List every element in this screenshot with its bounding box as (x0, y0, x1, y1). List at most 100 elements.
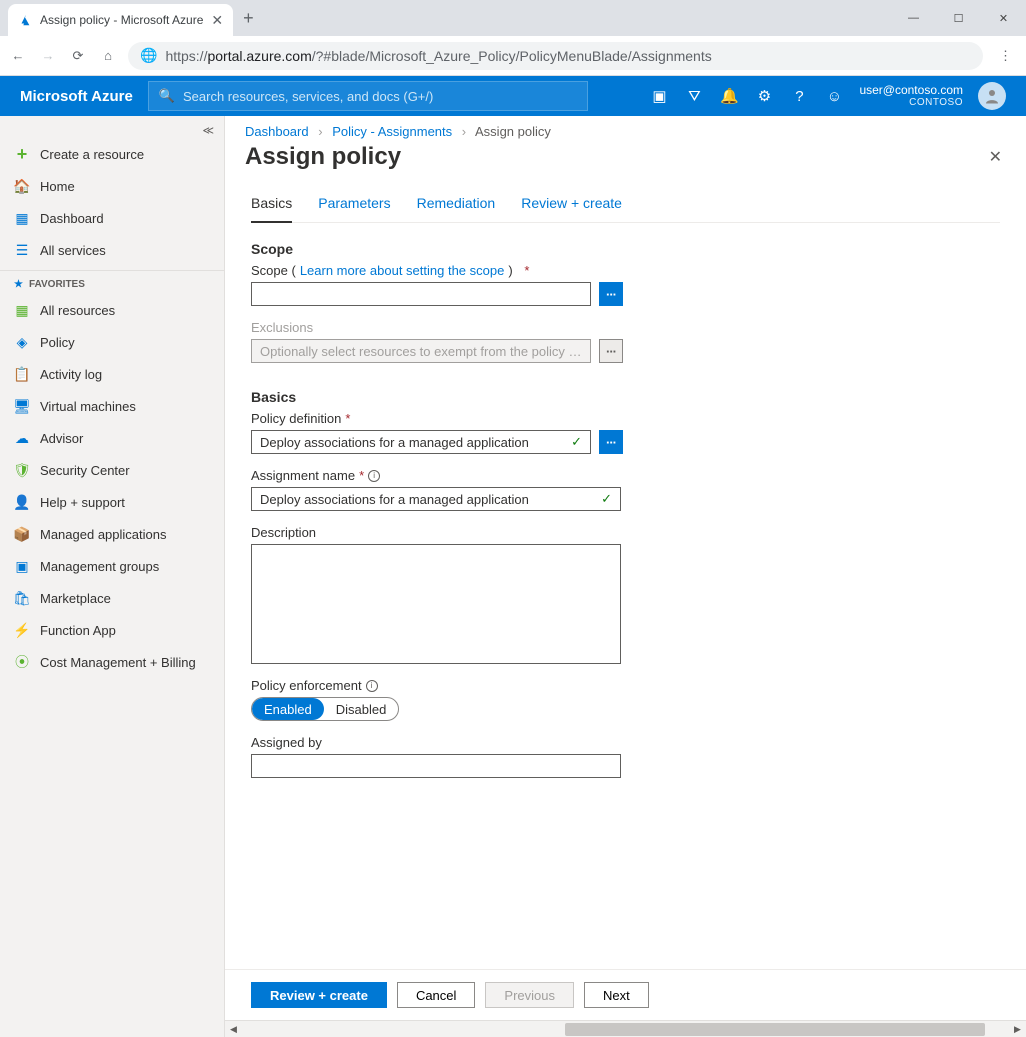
exclusions-heading: Exclusions (251, 320, 1000, 335)
cloud-shell-icon[interactable]: ▣ (649, 87, 669, 105)
sidebar-item-dashboard[interactable]: ▦ Dashboard (0, 202, 224, 234)
scroll-thumb[interactable] (565, 1023, 985, 1036)
back-button[interactable]: ← (8, 48, 28, 63)
toggle-enabled[interactable]: Enabled (252, 698, 324, 720)
sidebar-item-policy[interactable]: ◈Policy (0, 326, 224, 358)
toggle-disabled[interactable]: Disabled (324, 698, 399, 720)
sidebar-item-activity-log[interactable]: 📋Activity log (0, 358, 224, 390)
sidebar-item-label: All services (40, 243, 106, 258)
sidebar-item-label: Virtual machines (40, 399, 136, 414)
tenant-name: CONTOSO (859, 97, 963, 109)
user-menu[interactable]: user@contoso.com CONTOSO (859, 83, 963, 109)
marketplace-icon: 🛍 (14, 590, 30, 606)
groups-icon: ▣ (14, 558, 30, 574)
assigned-by-input[interactable] (251, 754, 621, 778)
assignment-name-input[interactable]: Deploy associations for a managed applic… (251, 487, 621, 511)
previous-button: Previous (485, 982, 574, 1008)
sidebar-item-cost-management[interactable]: ⦿Cost Management + Billing (0, 646, 224, 678)
search-input[interactable] (183, 89, 577, 104)
home-icon: 🏠 (14, 178, 30, 194)
support-icon: 👤 (14, 494, 30, 510)
sidebar-item-management-groups[interactable]: ▣ Management groups (0, 550, 224, 582)
close-tab-icon[interactable]: ✕ (211, 12, 223, 29)
sidebar-item-virtual-machines[interactable]: 🖥Virtual machines (0, 390, 224, 422)
sidebar-item-help-support[interactable]: 👤 Help + support (0, 486, 224, 518)
feedback-icon[interactable]: ☺ (824, 88, 844, 105)
list-icon: ☰ (14, 242, 30, 258)
info-icon[interactable]: i (368, 470, 380, 482)
tab-review-create[interactable]: Review + create (521, 189, 622, 222)
breadcrumb-current: Assign policy (475, 124, 551, 139)
close-blade-button[interactable]: ✕ (989, 147, 1002, 167)
policy-enforcement-label: Policy enforcement i (251, 678, 1000, 693)
cancel-button[interactable]: Cancel (397, 982, 475, 1008)
tab-basics[interactable]: Basics (251, 189, 292, 223)
avatar[interactable] (978, 82, 1006, 110)
scope-input[interactable] (251, 282, 591, 306)
sidebar-item-home[interactable]: 🏠 Home (0, 170, 224, 202)
sidebar-item-label: Management groups (40, 559, 159, 574)
notifications-icon[interactable]: 🔔 (719, 87, 739, 105)
sidebar-item-label: Create a resource (40, 147, 144, 162)
breadcrumb-policy-assignments[interactable]: Policy - Assignments (332, 124, 452, 139)
sidebar-item-label: Marketplace (40, 591, 111, 606)
page-title: Assign policy (245, 143, 401, 171)
global-search[interactable]: 🔍 (148, 81, 588, 111)
horizontal-scrollbar[interactable]: ◀ ▶ (225, 1020, 1026, 1037)
url-path: /?#blade/Microsoft_Azure_Policy/PolicyMe… (312, 48, 712, 64)
grid-icon: ▦ (14, 302, 30, 318)
browser-tab[interactable]: Assign policy - Microsoft Azure ✕ (8, 4, 233, 36)
home-button[interactable]: ⌂ (98, 48, 118, 63)
sidebar-item-label: Managed applications (40, 527, 166, 542)
sidebar-item-label: Help + support (40, 495, 125, 510)
breadcrumb-dashboard[interactable]: Dashboard (245, 124, 309, 139)
sidebar-item-label: Function App (40, 623, 116, 638)
help-icon[interactable]: ? (789, 88, 809, 105)
minimize-button[interactable]: — (891, 3, 936, 33)
user-email: user@contoso.com (859, 83, 963, 97)
basics-heading: Basics (251, 389, 1000, 405)
sidebar-item-advisor[interactable]: ☁Advisor (0, 422, 224, 454)
review-create-button[interactable]: Review + create (251, 982, 387, 1008)
sidebar-item-label: All resources (40, 303, 115, 318)
forward-button[interactable]: → (38, 48, 58, 63)
directory-filter-icon[interactable]: ⛛ (684, 88, 704, 105)
info-icon[interactable]: i (366, 680, 378, 692)
footer-bar: Review + create Cancel Previous Next (225, 969, 1026, 1020)
browser-menu-button[interactable]: ⋮ (993, 48, 1018, 64)
description-textarea[interactable] (251, 544, 621, 664)
policy-definition-select[interactable]: Deploy associations for a managed applic… (251, 430, 591, 454)
tab-remediation[interactable]: Remediation (417, 189, 496, 222)
scope-learn-link[interactable]: Learn more about setting the scope (300, 263, 505, 278)
settings-icon[interactable]: ⚙ (754, 87, 774, 105)
new-tab-button[interactable]: + (243, 8, 254, 29)
sidebar-item-label: Dashboard (40, 211, 104, 226)
star-icon: ★ (14, 279, 23, 290)
tab-parameters[interactable]: Parameters (318, 189, 390, 222)
sidebar-item-security-center[interactable]: 🛡Security Center (0, 454, 224, 486)
maximize-button[interactable]: ☐ (936, 3, 981, 33)
reload-button[interactable]: ⟳ (68, 48, 88, 64)
close-window-button[interactable]: ✕ (981, 3, 1026, 33)
scope-picker-button[interactable]: ··· (599, 282, 623, 306)
sidebar-item-function-app[interactable]: ⚡Function App (0, 614, 224, 646)
sidebar-item-all-services[interactable]: ☰ All services (0, 234, 224, 266)
exclusions-picker-button[interactable]: ··· (599, 339, 623, 363)
policy-definition-picker-button[interactable]: ··· (599, 430, 623, 454)
brand-label[interactable]: Microsoft Azure (20, 88, 133, 105)
sidebar-item-label: Cost Management + Billing (40, 655, 196, 670)
address-bar[interactable]: 🌐 https://portal.azure.com/?#blade/Micro… (128, 42, 983, 70)
sidebar-item-label: Security Center (40, 463, 130, 478)
sidebar-item-marketplace[interactable]: 🛍 Marketplace (0, 582, 224, 614)
next-button[interactable]: Next (584, 982, 649, 1008)
scroll-right-icon[interactable]: ▶ (1009, 1021, 1026, 1037)
check-icon: ✓ (601, 491, 612, 507)
policy-enforcement-toggle[interactable]: Enabled Disabled (251, 697, 399, 721)
sidebar-item-managed-applications[interactable]: 📦Managed applications (0, 518, 224, 550)
sidebar-item-all-resources[interactable]: ▦ All resources (0, 294, 224, 326)
sidebar-item-create-resource[interactable]: + Create a resource (0, 138, 224, 170)
collapse-sidebar-icon[interactable]: ≪ (202, 124, 214, 137)
scroll-left-icon[interactable]: ◀ (225, 1021, 242, 1037)
check-icon: ✓ (571, 434, 582, 450)
sidebar: ≪ + Create a resource 🏠 Home ▦ Dashboard… (0, 116, 225, 1037)
